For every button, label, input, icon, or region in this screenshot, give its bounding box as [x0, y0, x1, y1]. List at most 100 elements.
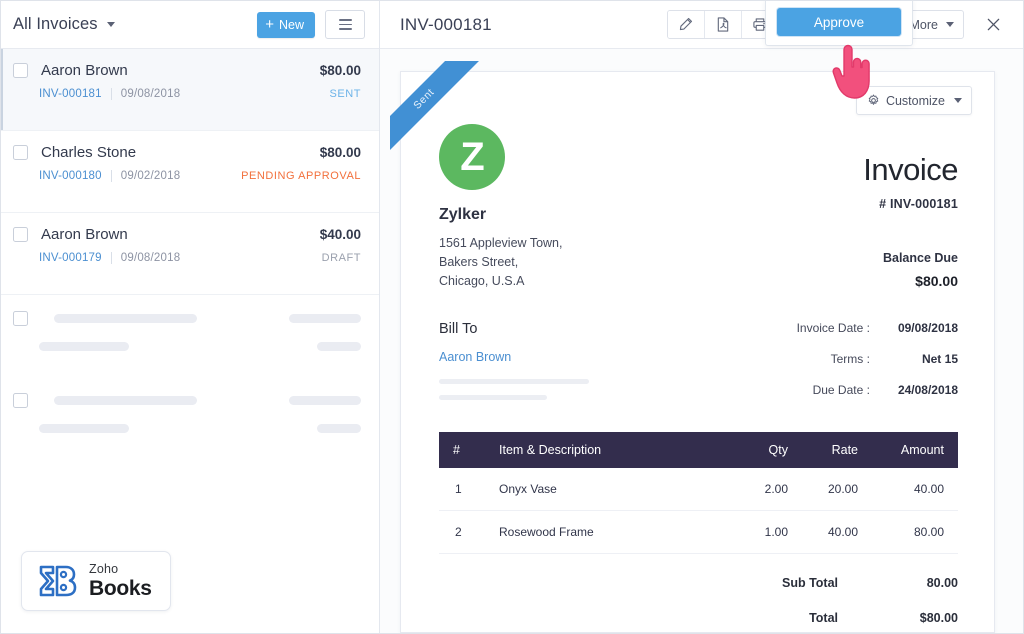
chevron-down-icon[interactable] [106, 22, 115, 27]
row-checkbox[interactable] [13, 63, 28, 78]
gear-icon [868, 94, 879, 105]
invoice-number: INV-000180 [39, 170, 102, 182]
placeholder-line [13, 393, 361, 408]
column-header-amount: Amount [858, 432, 958, 468]
placeholder-bar [39, 342, 129, 351]
close-glyph [987, 18, 999, 31]
zoho-books-mark-icon [39, 565, 77, 597]
chevron-down-icon [946, 22, 954, 27]
total-value: $80.00 [919, 611, 958, 625]
invoice-header: Z Zylker 1561 Appleview Town, Bakers Str… [439, 102, 958, 291]
total-label: Sub Total [781, 576, 838, 590]
customer-name: Charles Stone [41, 144, 137, 161]
document-number: INV-000181 [400, 14, 492, 34]
row-checkbox[interactable] [13, 393, 28, 408]
zoho-books-logo: Zoho Books [21, 551, 171, 611]
invoice-document: Sent Customize Z Zylker 1561 Appleview T… [390, 61, 995, 633]
books-text: Books [89, 576, 152, 600]
customer-name: Aaron Brown [41, 226, 128, 243]
meta-value: Net 15 [921, 352, 958, 366]
invoice-amount: $40.00 [319, 227, 361, 242]
cell-description: Rosewood Frame [487, 510, 718, 554]
placeholder-line [13, 342, 361, 351]
approve-highlight-overlay: Approve [766, 1, 912, 45]
column-header-rate: Rate [788, 432, 858, 468]
list-item-top: Aaron Brown $40.00 [13, 226, 361, 243]
placeholder-bar [289, 396, 361, 405]
invoice-preview-area: Sent Customize Z Zylker 1561 Appleview T… [380, 49, 1023, 633]
close-icon[interactable] [980, 12, 1006, 38]
placeholder-bar [439, 379, 589, 384]
address-line: Bakers Street, [439, 255, 519, 269]
table-head: # Item & Description Qty Rate Amount [439, 432, 958, 468]
new-invoice-button[interactable]: + New [257, 11, 315, 38]
status-badge: PENDING APPROVAL [241, 170, 361, 182]
row-checkbox[interactable] [13, 145, 28, 160]
list-title[interactable]: All Invoices [13, 15, 98, 34]
table-body: 1 Onyx Vase 2.00 20.00 40.00 2 Rosewood … [439, 468, 958, 554]
invoice-meta-table: Invoice Date : 09/08/2018 Terms : Net 15… [797, 321, 958, 414]
total-label: Total [809, 611, 838, 625]
hamburger-icon[interactable] [325, 10, 365, 39]
chevron-down-icon [954, 98, 962, 103]
meta-row: Terms : Net 15 [797, 352, 958, 383]
invoice-date: 09/08/2018 [120, 252, 181, 264]
placeholder-bar [289, 314, 361, 323]
invoice-number: # INV-000181 [879, 197, 958, 211]
table-row: 2 Rosewood Frame 1.00 40.00 80.00 [439, 510, 958, 554]
placeholder-line [13, 424, 361, 433]
list-item-bottom: INV-000179 09/08/2018 DRAFT [13, 252, 361, 264]
cell-qty: 1.00 [718, 510, 788, 554]
meta-value: 09/08/2018 [897, 321, 958, 335]
list-item[interactable]: Aaron Brown $80.00 INV-000181 09/08/2018… [1, 49, 379, 131]
list-item-placeholder [1, 377, 379, 459]
list-item[interactable]: Aaron Brown $40.00 INV-000179 09/08/2018… [1, 213, 379, 295]
customize-button[interactable]: Customize [855, 86, 972, 115]
totals-row: Total $80.00 [763, 611, 958, 633]
customize-label: Customize [885, 93, 945, 108]
meta-key: Due Date : [812, 383, 870, 397]
cell-rate: 20.00 [788, 468, 858, 511]
invoice-amount: $80.00 [319, 145, 361, 160]
organization-block: Z Zylker 1561 Appleview Town, Bakers Str… [439, 124, 562, 291]
meta-row: Invoice Date : 09/08/2018 [797, 321, 958, 352]
billing-and-meta: Bill To Aaron Brown Invoice Date : 09/08… [439, 321, 958, 414]
total-value: 80.00 [926, 576, 958, 590]
status-badge: SENT [329, 88, 361, 100]
cell-no: 1 [439, 468, 487, 511]
invoice-title: Invoice [863, 152, 958, 187]
cell-no: 2 [439, 510, 487, 554]
hamburger-line [338, 19, 352, 21]
invoice-number: INV-000179 [39, 252, 102, 264]
invoice-date: 09/08/2018 [120, 88, 181, 100]
meta-row: Due Date : 24/08/2018 [797, 383, 958, 414]
column-header-qty: Qty [718, 432, 788, 468]
list-item-placeholder [1, 295, 379, 377]
placeholder-bar [54, 314, 197, 323]
meta-key: Invoice Date : [796, 321, 870, 335]
organization-address: 1561 Appleview Town, Bakers Street, Chic… [439, 234, 562, 291]
edit-pencil-icon[interactable] [667, 11, 705, 38]
placeholder-bar [317, 424, 361, 433]
cell-amount: 40.00 [858, 468, 958, 511]
approve-button[interactable]: Approve [777, 8, 901, 36]
detail-toolbar: INV-000181 Approve More [380, 1, 1023, 49]
placeholder-bar [317, 342, 361, 351]
more-label: More [909, 17, 938, 32]
pdf-file-icon[interactable] [704, 11, 742, 38]
placeholder-bar [439, 395, 547, 400]
row-checkbox[interactable] [13, 227, 28, 242]
list-item-top: Aaron Brown $80.00 [13, 62, 361, 79]
list-header: All Invoices + New [1, 1, 379, 49]
meta-key: Terms : [830, 352, 870, 366]
row-checkbox[interactable] [13, 311, 28, 326]
zoho-books-wordmark: Zoho Books [89, 563, 152, 599]
totals-table: Sub Total 80.00 Total $80.00 Balance Due… [763, 576, 958, 633]
column-header-no: # [439, 432, 487, 468]
placeholder-line [13, 311, 361, 326]
bill-to-name[interactable]: Aaron Brown [439, 350, 589, 364]
invoice-number: INV-000181 [39, 88, 102, 100]
invoice-list: Aaron Brown $80.00 INV-000181 09/08/2018… [1, 49, 379, 551]
list-item[interactable]: Charles Stone $80.00 INV-000180 09/02/20… [1, 131, 379, 213]
table-header-row: # Item & Description Qty Rate Amount [439, 432, 958, 468]
